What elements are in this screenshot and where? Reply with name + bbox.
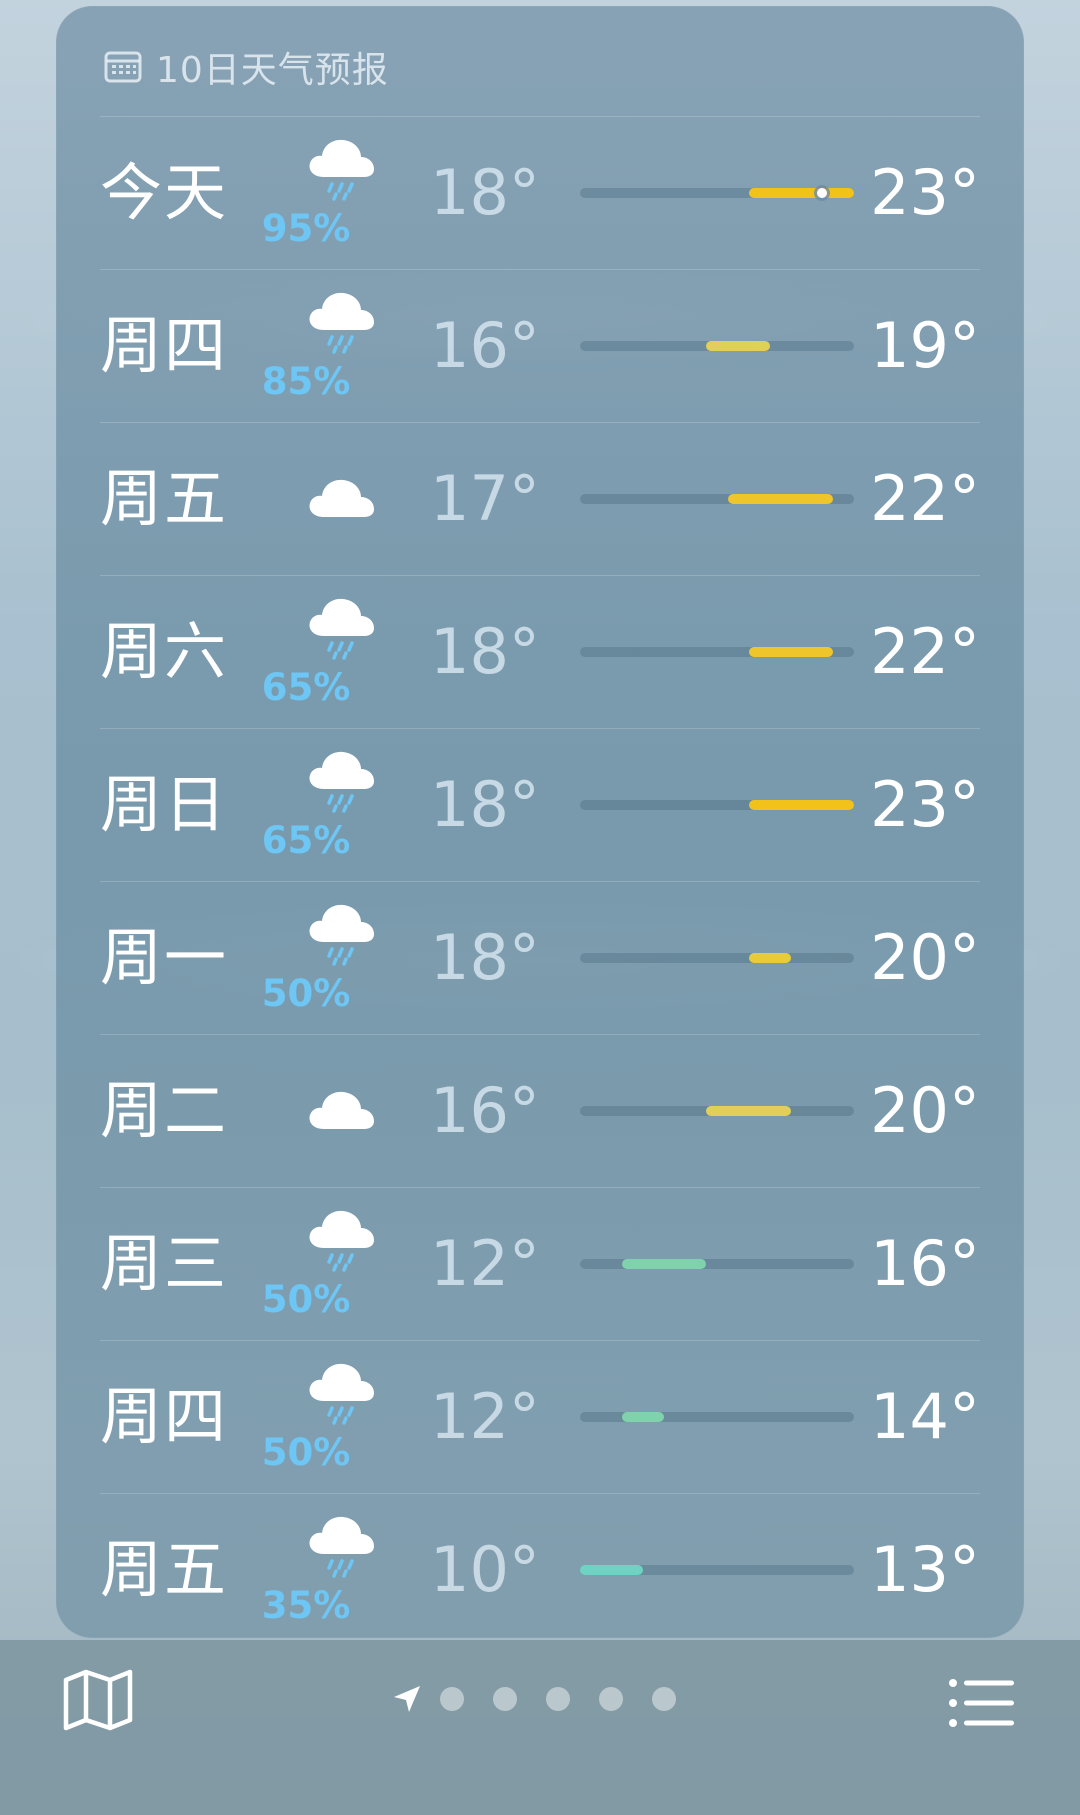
forecast-row[interactable]: 周二 16° 20° — [100, 1034, 980, 1187]
temp-range-bar — [580, 1106, 854, 1116]
list-icon[interactable] — [948, 1676, 1016, 1730]
low-temp: 18° — [430, 156, 540, 229]
high-temp: 20° — [870, 921, 980, 994]
cloud-icon — [293, 423, 393, 575]
high-temp: 20° — [870, 1074, 980, 1147]
day-label: 周二 — [100, 1074, 229, 1147]
forecast-row[interactable]: 周四 85% 16° 19° — [100, 269, 980, 422]
precip-chance: 65% — [261, 666, 351, 709]
high-temp: 23° — [870, 768, 980, 841]
day-label: 周四 — [100, 1380, 229, 1453]
precip-chance: 50% — [261, 1278, 351, 1321]
precip-chance: 85% — [261, 360, 351, 403]
low-temp: 16° — [430, 1074, 540, 1147]
temp-range-bar — [580, 494, 854, 504]
forecast-row[interactable]: 周日 65% 18° 23° — [100, 728, 980, 881]
low-temp: 16° — [430, 309, 540, 382]
temp-range-bar — [580, 1412, 854, 1422]
precip-chance: 35% — [261, 1584, 351, 1627]
precip-chance: 95% — [261, 207, 351, 250]
cloud-icon — [293, 1035, 393, 1187]
day-label: 周五 — [100, 1533, 229, 1606]
low-temp: 10° — [430, 1533, 540, 1606]
temp-range-bar — [580, 188, 854, 198]
high-temp: 13° — [870, 1533, 980, 1606]
page-dot[interactable] — [599, 1687, 623, 1711]
location-arrow-icon[interactable] — [392, 1684, 422, 1714]
temp-range-bar — [580, 800, 854, 810]
low-temp: 18° — [430, 768, 540, 841]
forecast-row[interactable]: 周五 35% 10° 13° — [100, 1493, 980, 1646]
low-temp: 12° — [430, 1380, 540, 1453]
forecast-row[interactable]: 周三 50% 12° 16° — [100, 1187, 980, 1340]
page-dot[interactable] — [493, 1687, 517, 1711]
forecast-row[interactable]: 周五 17° 22° — [100, 422, 980, 575]
low-temp: 12° — [430, 1227, 540, 1300]
high-temp: 23° — [870, 156, 980, 229]
temp-range-fill — [580, 1565, 644, 1575]
forecast-title: 10日天气预报 — [156, 50, 389, 91]
forecast-list: 今天 95% 18° 23° 周四 85% 16° 19° 周五 17° 22° 周六 65% 18° 22… — [100, 116, 980, 1646]
high-temp: 19° — [870, 309, 980, 382]
day-label: 周六 — [100, 615, 229, 688]
day-label: 周五 — [100, 462, 229, 535]
high-temp: 22° — [870, 615, 980, 688]
low-temp: 18° — [430, 615, 540, 688]
page-dot[interactable] — [652, 1687, 676, 1711]
day-label: 周日 — [100, 768, 229, 841]
day-label: 周四 — [100, 309, 229, 382]
temp-range-fill — [622, 1259, 707, 1269]
forecast-row[interactable]: 周四 50% 12° 14° — [100, 1340, 980, 1493]
forecast-row[interactable]: 周六 65% 18° 22° — [100, 575, 980, 728]
low-temp: 18° — [430, 921, 540, 994]
temp-range-bar — [580, 1259, 854, 1269]
forecast-panel: 10日天气预报 今天 95% 18° 23° 周四 85% 16° 19° 周五 17° 22° 周六… — [56, 6, 1024, 1638]
forecast-row[interactable]: 今天 95% 18° 23° — [100, 116, 980, 269]
high-temp: 16° — [870, 1227, 980, 1300]
temp-range-fill — [748, 647, 833, 657]
page-indicator[interactable] — [392, 1684, 705, 1714]
temp-range-fill — [748, 953, 791, 963]
temp-range-bar — [580, 341, 854, 351]
page-dot[interactable] — [440, 1687, 464, 1711]
precip-chance: 50% — [261, 1431, 351, 1474]
day-label: 周一 — [100, 921, 229, 994]
high-temp: 14° — [870, 1380, 980, 1453]
temp-range-bar — [580, 953, 854, 963]
temp-range-fill — [622, 1412, 665, 1422]
map-icon[interactable] — [62, 1668, 134, 1732]
forecast-header: 10日天气预报 — [104, 36, 389, 98]
temp-range-fill — [706, 341, 770, 351]
forecast-row[interactable]: 周一 50% 18° 20° — [100, 881, 980, 1034]
temp-range-fill — [748, 188, 854, 198]
temp-range-bar — [580, 1565, 854, 1575]
bottom-toolbar — [0, 1640, 1080, 1815]
precip-chance: 50% — [261, 972, 351, 1015]
page-dot[interactable] — [546, 1687, 570, 1711]
temp-range-fill — [727, 494, 833, 504]
day-label: 今天 — [100, 156, 229, 229]
calendar-icon — [104, 51, 142, 83]
day-label: 周三 — [100, 1227, 229, 1300]
precip-chance: 65% — [261, 819, 351, 862]
high-temp: 22° — [870, 462, 980, 535]
temp-range-fill — [748, 800, 854, 810]
low-temp: 17° — [430, 462, 540, 535]
temp-range-fill — [706, 1106, 791, 1116]
temp-range-bar — [580, 647, 854, 657]
